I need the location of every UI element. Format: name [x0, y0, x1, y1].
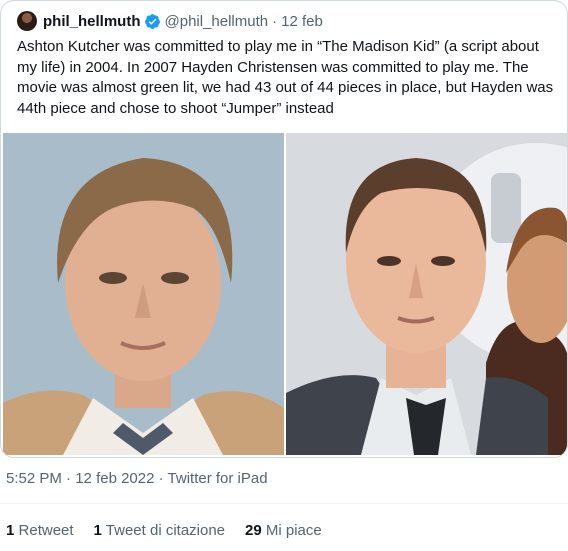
- tweet-text: Ashton Kutcher was committed to play me …: [17, 38, 554, 117]
- tweet-card: phil_hellmuth @phil_hellmuth · 12 feb As…: [0, 0, 568, 458]
- tweet-source[interactable]: Twitter for iPad: [168, 470, 268, 487]
- tweet-meta: 5:52 PM · 12 feb 2022 · Twitter for iPad: [6, 470, 268, 487]
- separator-dot: ·: [272, 12, 278, 30]
- divider: [0, 503, 568, 504]
- tweet-date[interactable]: 12 feb: [281, 13, 323, 30]
- tweet-time[interactable]: 5:52 PM: [6, 470, 62, 487]
- portrait-right-illustration: [286, 133, 567, 455]
- stat-quotes-count: 1: [93, 522, 102, 539]
- tweet-full-date[interactable]: 12 feb 2022: [75, 470, 154, 487]
- stat-likes-label: Mi piace: [265, 522, 322, 539]
- stat-likes[interactable]: 29 Mi piace: [245, 522, 322, 539]
- stat-quotes[interactable]: 1 Tweet di citazione: [94, 522, 225, 539]
- tweet-header: phil_hellmuth @phil_hellmuth · 12 feb: [17, 10, 323, 32]
- stat-retweets[interactable]: 1 Retweet: [6, 522, 74, 539]
- meta-separator: ·: [66, 470, 72, 487]
- verified-badge-icon: [144, 13, 161, 30]
- display-name[interactable]: phil_hellmuth: [43, 13, 141, 30]
- tweet-stats: 1 Retweet 1 Tweet di citazione 29 Mi pia…: [6, 522, 322, 539]
- avatar[interactable]: [17, 11, 37, 31]
- meta-separator: ·: [158, 470, 164, 487]
- stat-retweets-label: Retweet: [18, 522, 74, 539]
- stat-likes-count: 29: [245, 522, 262, 539]
- photo-portrait-right[interactable]: [286, 133, 567, 455]
- stat-retweets-count: 1: [6, 522, 15, 539]
- tweet-media[interactable]: [3, 133, 567, 455]
- photo-portrait-left[interactable]: [3, 133, 284, 455]
- user-handle[interactable]: @phil_hellmuth: [165, 13, 269, 30]
- portrait-left-illustration: [3, 133, 284, 455]
- stat-quotes-label: Tweet di citazione: [105, 522, 226, 539]
